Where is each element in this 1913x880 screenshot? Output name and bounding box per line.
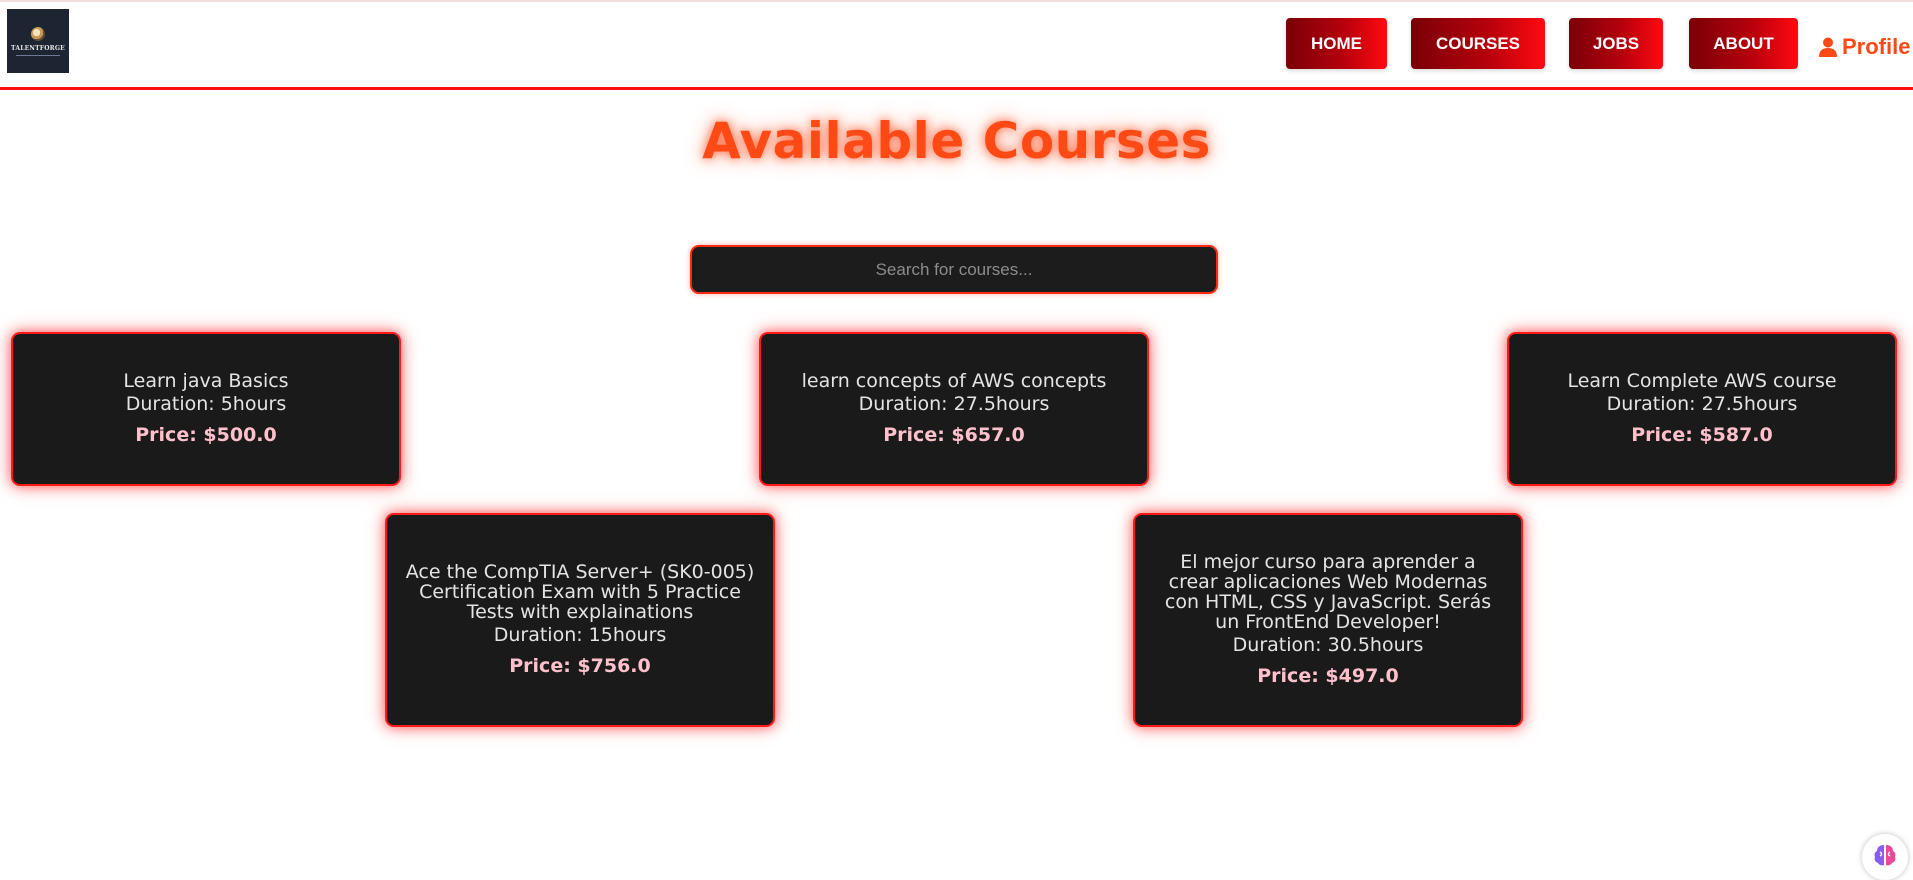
course-duration: Duration: 27.5hours bbox=[1606, 392, 1798, 415]
profile-link[interactable]: Profile bbox=[1819, 32, 1910, 62]
nav-home-button[interactable]: HOME bbox=[1286, 18, 1387, 69]
course-card[interactable]: Learn Complete AWS course Duration: 27.5… bbox=[1507, 332, 1897, 486]
course-price: Price: $497.0 bbox=[1257, 664, 1399, 687]
course-duration: Duration: 30.5hours bbox=[1232, 633, 1424, 656]
course-price: Price: $657.0 bbox=[883, 423, 1025, 446]
course-title: El mejor curso para aprender a crear apl… bbox=[1164, 550, 1492, 633]
profile-label: Profile bbox=[1842, 34, 1911, 59]
course-title: Learn Complete AWS course bbox=[1567, 369, 1837, 392]
logo-emblem-icon bbox=[31, 26, 45, 41]
course-price: Price: $587.0 bbox=[1631, 423, 1773, 446]
course-card[interactable]: Ace the CompTIA Server+ (SK0-005) Certif… bbox=[385, 513, 775, 727]
brain-icon bbox=[1874, 845, 1896, 866]
course-card[interactable]: learn concepts of AWS concepts Duration:… bbox=[759, 332, 1149, 486]
course-card[interactable]: Learn java Basics Duration: 5hours Price… bbox=[11, 332, 401, 486]
course-duration: Duration: 15hours bbox=[493, 623, 667, 646]
logo-divider bbox=[16, 54, 60, 56]
assistant-widget-button[interactable] bbox=[1862, 834, 1908, 880]
course-duration: Duration: 5hours bbox=[125, 392, 287, 415]
course-title: learn concepts of AWS concepts bbox=[801, 369, 1107, 392]
nav-courses-button[interactable]: COURSES bbox=[1411, 18, 1545, 69]
course-duration: Duration: 27.5hours bbox=[858, 392, 1050, 415]
talentforge-logo[interactable]: TALENTFORGE bbox=[7, 9, 69, 73]
course-price: Price: $756.0 bbox=[509, 654, 651, 677]
logo-text: TALENTFORGE bbox=[11, 44, 65, 52]
course-card[interactable]: El mejor curso para aprender a crear apl… bbox=[1133, 513, 1523, 727]
nav-jobs-button[interactable]: JOBS bbox=[1569, 18, 1663, 69]
course-title: Ace the CompTIA Server+ (SK0-005) Certif… bbox=[405, 560, 755, 623]
course-price: Price: $500.0 bbox=[135, 423, 277, 446]
page-title: Available Courses bbox=[702, 112, 1211, 170]
user-icon bbox=[1819, 37, 1837, 57]
top-navbar: TALENTFORGE HOME COURSES JOBS ABOUT Prof… bbox=[0, 0, 1913, 90]
nav-about-button[interactable]: ABOUT bbox=[1689, 18, 1798, 69]
course-search-input[interactable] bbox=[690, 245, 1218, 294]
course-title: Learn java Basics bbox=[123, 369, 289, 392]
